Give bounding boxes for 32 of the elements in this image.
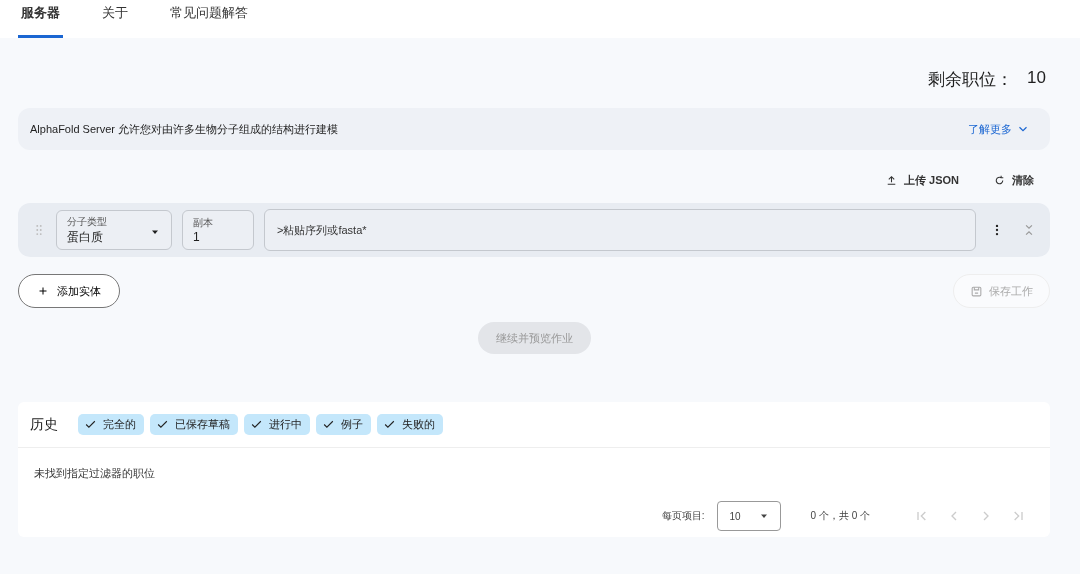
check-icon (383, 418, 396, 431)
tab[interactable]: 服务器 (18, 0, 63, 38)
empty-message: 未找到指定过滤器的职位 (33, 466, 156, 481)
banner-text: AlphaFold Server 允许您对由许多生物分子组成的结构进行建模 (30, 121, 339, 137)
page-size-label: 每页项目: (661, 509, 705, 523)
page-size-dropdown[interactable]: 10 (716, 501, 781, 531)
upload-icon (885, 174, 898, 187)
sequence-field[interactable]: >粘贴序列或fasta* (264, 209, 976, 251)
filter-chip[interactable]: 已保存草稿 (150, 414, 238, 435)
save-icon (970, 284, 983, 298)
tab[interactable]: 关于 (99, 0, 131, 38)
check-icon (322, 418, 335, 431)
page-range: 0 个，共 0 个 (810, 509, 870, 523)
refresh-icon (993, 174, 1006, 187)
tab[interactable]: 常见问题解答 (167, 0, 251, 38)
filter-chip[interactable]: 完全的 (78, 414, 144, 435)
filter-chip[interactable]: 例子 (316, 414, 371, 435)
check-icon (250, 418, 263, 431)
history-title: 历史 (30, 415, 58, 434)
add-entity-button[interactable]: 添加实体 (18, 274, 120, 308)
quota-value: 10 (1027, 68, 1046, 89)
copies-field[interactable]: 副本 1 (182, 210, 254, 250)
check-icon (156, 418, 169, 431)
upload-button[interactable]: 上传 JSON (879, 172, 965, 189)
filter-chip[interactable]: 进行中 (244, 414, 310, 435)
check-icon (84, 418, 97, 431)
learn-more-link[interactable]: 了解更多 (962, 120, 1036, 138)
plus-icon (37, 285, 49, 297)
quota-label: 剩余职位： (928, 69, 1014, 91)
filter-chip[interactable]: 失败的 (377, 414, 443, 435)
molecule-type-dropdown[interactable]: 分子类型 蛋白质 (56, 210, 172, 250)
clear-button[interactable]: 清除 (987, 172, 1040, 189)
